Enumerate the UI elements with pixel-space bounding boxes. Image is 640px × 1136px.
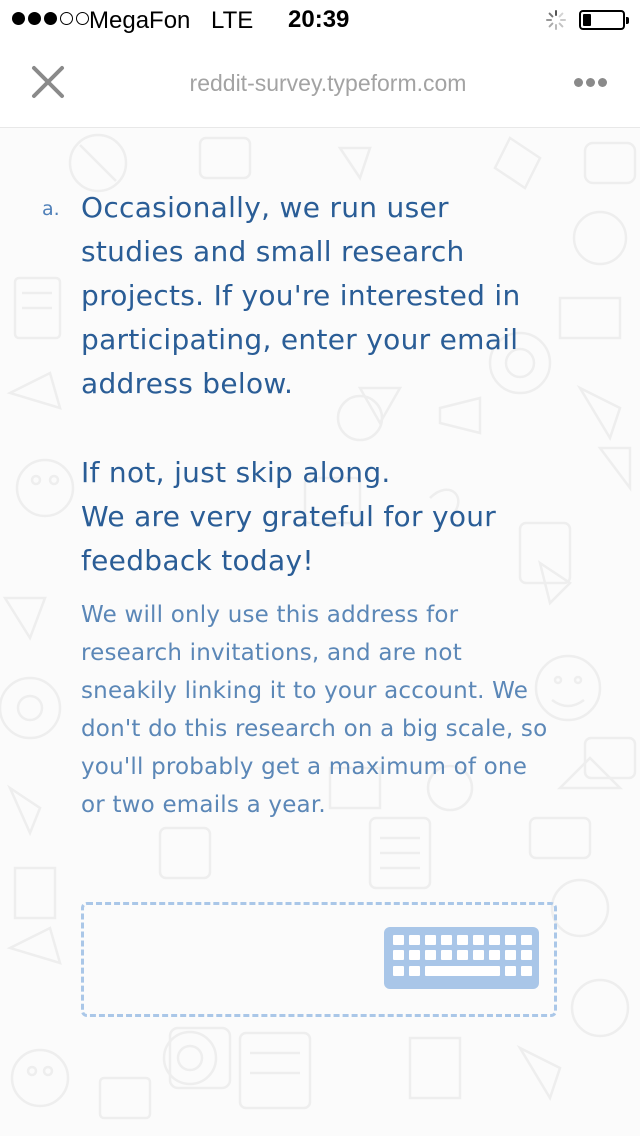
question-text: Occasionally, we run user studies and sm… <box>81 191 521 400</box>
carrier-name: MegaFon <box>89 7 191 34</box>
question-letter: a. <box>42 198 60 220</box>
survey-content: a. Occasionally, we run user studies and… <box>0 128 640 1136</box>
network-type: LTE <box>211 7 254 34</box>
keyboard-icon[interactable] <box>384 927 539 989</box>
battery-icon <box>579 10 629 30</box>
activity-spinner-icon <box>546 10 566 30</box>
browser-header: reddit-survey.typeform.com <box>0 40 640 128</box>
question-description: We will only use this address for resear… <box>81 602 548 818</box>
email-answer-field[interactable] <box>81 902 557 1017</box>
more-options-icon[interactable] <box>574 74 610 90</box>
battery-level <box>583 14 591 26</box>
url-display[interactable]: reddit-survey.typeform.com <box>0 70 640 97</box>
signal-strength-icon <box>12 12 89 25</box>
status-bar: MegaFon LTE 20:39 <box>0 0 640 40</box>
question-followup-text: If not, just skip along. We are very gra… <box>81 456 497 577</box>
status-time: 20:39 <box>288 6 350 33</box>
